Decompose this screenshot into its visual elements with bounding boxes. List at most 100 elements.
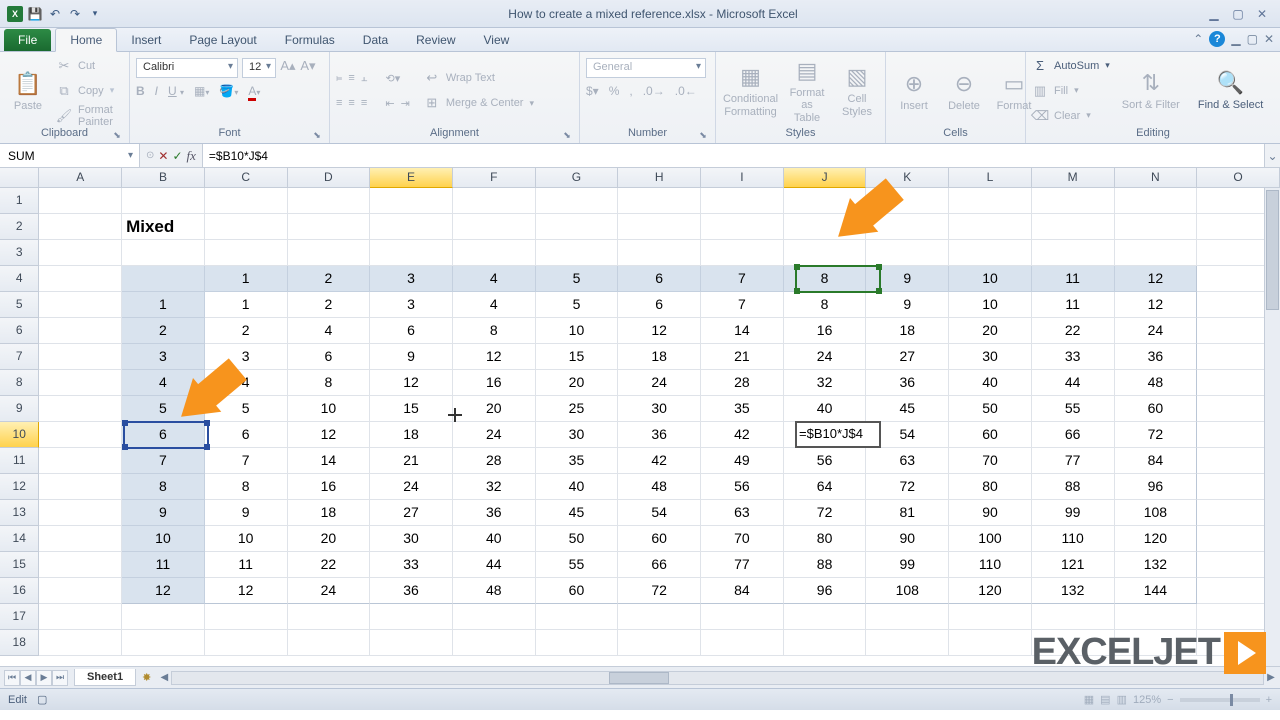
align-top-icon[interactable]: ⫢ bbox=[336, 72, 342, 85]
cell[interactable]: 14 bbox=[288, 448, 371, 474]
wrap-text-button[interactable]: ↩Wrap Text bbox=[424, 67, 534, 89]
cell[interactable]: 22 bbox=[288, 552, 371, 578]
cell[interactable]: 64 bbox=[784, 474, 867, 500]
minimize-icon[interactable]: ▁ bbox=[1206, 6, 1222, 22]
cell[interactable]: 110 bbox=[1032, 526, 1115, 552]
doc-minimize-icon[interactable]: ▁ bbox=[1231, 32, 1240, 46]
cell[interactable] bbox=[784, 604, 867, 630]
cell[interactable]: 21 bbox=[701, 344, 784, 370]
copy-button[interactable]: ⧉Copy▾ bbox=[56, 80, 123, 102]
cell[interactable]: 4 bbox=[122, 370, 205, 396]
col-header-D[interactable]: D bbox=[288, 168, 371, 188]
cell[interactable]: 10 bbox=[949, 292, 1032, 318]
cell[interactable] bbox=[39, 188, 122, 214]
cell[interactable]: 49 bbox=[701, 448, 784, 474]
cell[interactable]: 40 bbox=[784, 396, 867, 422]
cell[interactable]: 12 bbox=[122, 578, 205, 604]
cell[interactable]: 9 bbox=[122, 500, 205, 526]
cell[interactable] bbox=[784, 240, 867, 266]
format-as-table-button[interactable]: ▤Format as Table bbox=[785, 55, 829, 125]
row-header-9[interactable]: 9 bbox=[0, 396, 39, 422]
cell[interactable]: 10 bbox=[122, 526, 205, 552]
row-header-3[interactable]: 3 bbox=[0, 240, 39, 266]
sheet-nav-next-icon[interactable]: ▶ bbox=[36, 670, 52, 686]
cell[interactable]: 63 bbox=[701, 500, 784, 526]
cell[interactable]: 8 bbox=[784, 292, 867, 318]
cancel-icon[interactable]: ✕ bbox=[158, 149, 168, 163]
cell[interactable]: 48 bbox=[618, 474, 701, 500]
cell[interactable]: 35 bbox=[536, 448, 619, 474]
cell[interactable]: 6 bbox=[370, 318, 453, 344]
sheet-nav-first-icon[interactable]: ⏮ bbox=[4, 670, 20, 686]
cell[interactable]: 7 bbox=[122, 448, 205, 474]
cell[interactable]: 110 bbox=[949, 552, 1032, 578]
cell[interactable]: 27 bbox=[370, 500, 453, 526]
cell[interactable]: 6 bbox=[618, 292, 701, 318]
cell[interactable]: 9 bbox=[866, 266, 949, 292]
cell[interactable]: 20 bbox=[536, 370, 619, 396]
cell[interactable]: 2 bbox=[288, 292, 371, 318]
ribbon-minimize-icon[interactable]: ⌃ bbox=[1193, 32, 1203, 46]
cell[interactable]: 121 bbox=[1032, 552, 1115, 578]
cell[interactable]: 66 bbox=[618, 552, 701, 578]
cell[interactable]: 48 bbox=[453, 578, 536, 604]
cell[interactable]: 5 bbox=[205, 396, 288, 422]
cell[interactable] bbox=[39, 214, 122, 240]
cell[interactable] bbox=[1032, 188, 1115, 214]
cell[interactable]: 11 bbox=[1032, 292, 1115, 318]
cell[interactable] bbox=[701, 240, 784, 266]
cell[interactable] bbox=[1032, 604, 1115, 630]
cell[interactable]: 11 bbox=[205, 552, 288, 578]
row-header-16[interactable]: 16 bbox=[0, 578, 39, 604]
row-header-2[interactable]: 2 bbox=[0, 214, 39, 240]
cell[interactable]: 120 bbox=[1115, 526, 1198, 552]
tab-review[interactable]: Review bbox=[402, 29, 469, 51]
row-header-7[interactable]: 7 bbox=[0, 344, 39, 370]
cell[interactable] bbox=[784, 188, 867, 214]
cell[interactable] bbox=[288, 214, 371, 240]
cell[interactable] bbox=[618, 630, 701, 656]
cell[interactable] bbox=[122, 240, 205, 266]
cell[interactable] bbox=[949, 604, 1032, 630]
col-header-L[interactable]: L bbox=[949, 168, 1032, 188]
cell[interactable]: 45 bbox=[866, 396, 949, 422]
cell[interactable]: Mixed reference bbox=[122, 214, 205, 240]
cell[interactable]: 3 bbox=[370, 292, 453, 318]
cell[interactable] bbox=[205, 604, 288, 630]
view-normal-icon[interactable]: ▦ bbox=[1084, 693, 1094, 706]
cell[interactable]: 54 bbox=[866, 422, 949, 448]
help-icon[interactable]: ? bbox=[1209, 31, 1225, 47]
cell[interactable] bbox=[370, 214, 453, 240]
row-header-4[interactable]: 4 bbox=[0, 266, 39, 292]
cell[interactable] bbox=[205, 214, 288, 240]
cell[interactable] bbox=[949, 188, 1032, 214]
doc-restore-icon[interactable]: ▢ bbox=[1247, 32, 1258, 46]
merge-center-button[interactable]: ⊞Merge & Center▾ bbox=[424, 92, 534, 114]
cell[interactable] bbox=[536, 214, 619, 240]
format-painter-button[interactable]: 🖌Format Painter bbox=[56, 105, 123, 127]
cell[interactable]: 11 bbox=[1032, 266, 1115, 292]
cell[interactable]: 5 bbox=[536, 266, 619, 292]
cell[interactable]: 30 bbox=[370, 526, 453, 552]
bold-button[interactable]: B bbox=[136, 84, 145, 98]
cell[interactable] bbox=[784, 630, 867, 656]
cell[interactable] bbox=[1115, 214, 1198, 240]
cell[interactable] bbox=[122, 266, 205, 292]
cell[interactable] bbox=[288, 604, 371, 630]
cell[interactable] bbox=[288, 240, 371, 266]
cell[interactable]: 14 bbox=[701, 318, 784, 344]
font-family-combo[interactable]: Calibri bbox=[136, 58, 238, 78]
cell[interactable]: 66 bbox=[1032, 422, 1115, 448]
cell[interactable]: 99 bbox=[1032, 500, 1115, 526]
cell[interactable]: 8 bbox=[205, 474, 288, 500]
sheet-nav-prev-icon[interactable]: ◀ bbox=[20, 670, 36, 686]
doc-close-icon[interactable]: ✕ bbox=[1264, 32, 1274, 46]
vertical-scrollbar[interactable] bbox=[1264, 188, 1280, 666]
cell[interactable]: 33 bbox=[370, 552, 453, 578]
cell[interactable]: 4 bbox=[453, 292, 536, 318]
col-header-B[interactable]: B bbox=[122, 168, 205, 188]
cell[interactable]: 20 bbox=[288, 526, 371, 552]
cell[interactable]: 18 bbox=[618, 344, 701, 370]
cell[interactable]: 18 bbox=[866, 318, 949, 344]
cell[interactable] bbox=[39, 240, 122, 266]
